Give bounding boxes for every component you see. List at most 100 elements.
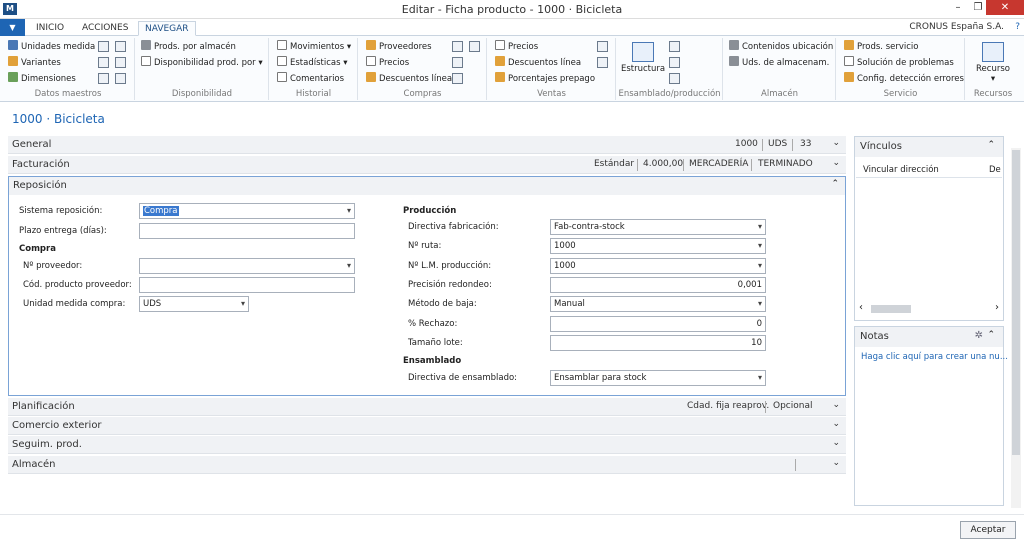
ribbon-porcentajes-prepago[interactable]: Porcentajes prepago: [495, 72, 595, 86]
plazo-entrega-input[interactable]: [139, 223, 355, 239]
fasttab-general[interactable]: General 1000 UDS 33 ⌄: [8, 136, 846, 154]
group-almacen: Contenidos ubicación Uds. de almacenam. …: [724, 38, 836, 100]
close-button[interactable]: ✕: [986, 0, 1024, 15]
ribbon-variantes[interactable]: Variantes: [8, 56, 61, 70]
aceptar-button[interactable]: Aceptar: [960, 521, 1016, 539]
small-action-icon[interactable]: [115, 41, 126, 52]
unidad-medida-compra-label: Unidad medida compra:: [23, 299, 126, 309]
fasttab-seguim-prod[interactable]: Seguim. prod. ⌄: [8, 436, 846, 454]
small-action-icon[interactable]: [452, 73, 463, 84]
ruta-select[interactable]: 1000 ▾: [550, 238, 766, 254]
grid-icon[interactable]: [115, 73, 126, 84]
tab-navegar[interactable]: NAVEGAR: [138, 21, 196, 36]
lm-produccion-select[interactable]: 1000 ▾: [550, 258, 766, 274]
swap-icon[interactable]: [98, 57, 109, 68]
ribbon-descuentos-compra[interactable]: Descuentos línea: [366, 72, 452, 86]
small-action-icon[interactable]: [669, 73, 680, 84]
group-label: Disponibilidad: [171, 89, 233, 99]
scroll-thumb[interactable]: [871, 305, 911, 313]
chevron-down-icon: ▾: [757, 241, 762, 250]
image-icon[interactable]: [115, 57, 126, 68]
precision-redondeo-input[interactable]: 0,001: [550, 277, 766, 293]
chevron-down-icon[interactable]: ⌄: [832, 458, 840, 468]
restore-button[interactable]: ❐: [968, 2, 988, 13]
ribbon-prods-servicio[interactable]: Prods. servicio: [844, 40, 919, 54]
ribbon-comentarios[interactable]: Comentarios: [277, 72, 344, 86]
small-action-icon[interactable]: [98, 41, 109, 52]
title-bar: M Editar - Ficha producto - 1000 · Bicic…: [0, 0, 1024, 19]
cod-producto-proveedor-input[interactable]: [139, 277, 355, 293]
ribbon-uds-almacenam[interactable]: Uds. de almacenam.: [729, 56, 829, 70]
facturacion-info-posting: TERMINADO: [758, 159, 813, 169]
scroll-right-icon[interactable]: ›: [995, 302, 999, 313]
ribbon-estadisticas[interactable]: Estadísticas ▾: [277, 56, 348, 70]
proveedor-select[interactable]: ▾: [139, 258, 355, 274]
ribbon-unidades-medida[interactable]: Unidades medida: [8, 40, 95, 54]
ribbon-disponibilidad-prod[interactable]: Disponibilidad prod. por ▾: [141, 56, 263, 70]
chevron-down-icon[interactable]: ⌄: [832, 400, 840, 410]
help-icon[interactable]: ?: [1015, 22, 1020, 32]
scroll-left-icon[interactable]: ‹: [859, 302, 863, 313]
chevron-up-icon[interactable]: ⌃: [987, 140, 995, 150]
small-action-icon[interactable]: [669, 41, 680, 52]
horizontal-scrollbar[interactable]: ‹ ›: [859, 302, 999, 315]
tree-icon[interactable]: [669, 57, 680, 68]
group-label: Recursos: [973, 89, 1013, 99]
vertical-scrollbar[interactable]: [1011, 148, 1021, 508]
ribbon-config-deteccion[interactable]: Config. detección errores: [844, 72, 964, 86]
vinculos-header[interactable]: Vínculos ⌃: [855, 137, 1003, 157]
directiva-fabricacion-label: Directiva fabricación:: [408, 222, 499, 232]
fasttab-facturacion[interactable]: Facturación Estándar 4.000,00 MERCADERÍA…: [8, 156, 846, 174]
ribbon-precios-venta[interactable]: Precios: [495, 40, 538, 54]
chevron-down-icon[interactable]: ⌄: [832, 158, 840, 168]
tab-acciones[interactable]: ACCIONES: [76, 21, 134, 36]
ribbon-prods-por-almacen[interactable]: Prods. por almacén: [141, 40, 236, 54]
chevron-up-icon[interactable]: ⌃: [987, 330, 995, 340]
group-compras: Proveedores Precios Descuentos línea Com…: [359, 38, 487, 100]
small-action-icon[interactable]: [452, 57, 463, 68]
scroll-thumb[interactable]: [1012, 150, 1020, 455]
ribbon-solucion-problemas[interactable]: Solución de problemas: [844, 56, 954, 70]
chevron-down-icon[interactable]: ⌄: [832, 438, 840, 448]
chevron-down-icon[interactable]: ⌄: [832, 419, 840, 429]
directiva-fabricacion-select[interactable]: Fab-contra-stock ▾: [550, 219, 766, 235]
chevron-up-icon[interactable]: ⌃: [831, 179, 839, 189]
group-ventas: Precios Descuentos línea Porcentajes pre…: [488, 38, 616, 100]
unidad-medida-compra-select[interactable]: UDS ▾: [139, 296, 249, 312]
tab-inicio[interactable]: INICIO: [30, 21, 70, 36]
fasttab-planificacion[interactable]: Planificación Cdad. fija reaprov. Opcion…: [8, 398, 846, 416]
chevron-down-icon[interactable]: ⌄: [832, 138, 840, 148]
small-action-icon[interactable]: [452, 41, 463, 52]
statistics-icon: [277, 56, 287, 66]
minimize-button[interactable]: –: [948, 2, 968, 13]
group-label: Ensamblado/producción: [618, 89, 721, 99]
create-note-link[interactable]: Haga clic aquí para crear una nu...: [861, 352, 1008, 362]
file-menu-button[interactable]: ▼: [0, 19, 25, 36]
fasttab-comercio-exterior[interactable]: Comercio exterior ⌄: [8, 417, 846, 435]
notas-header[interactable]: Notas ✲ ⌃: [855, 327, 1003, 347]
stockkeeping-icon: [729, 56, 739, 66]
sistema-reposicion-select[interactable]: Compra ▾: [139, 203, 355, 219]
small-action-icon[interactable]: [597, 41, 608, 52]
page-title: 1000 · Bicicleta: [12, 112, 105, 126]
small-action-icon[interactable]: [597, 57, 608, 68]
ribbon-precios-compra[interactable]: Precios: [366, 56, 409, 70]
estructura-button[interactable]: Estructura: [621, 42, 665, 74]
ribbon-proveedores[interactable]: Proveedores: [366, 40, 432, 54]
ribbon-movimientos[interactable]: Movimientos ▾: [277, 40, 351, 54]
directiva-ensamblado-select[interactable]: Ensamblar para stock ▾: [550, 370, 766, 386]
tamano-lote-input[interactable]: 10: [550, 335, 766, 351]
gear-icon[interactable]: ✲: [975, 330, 983, 341]
reposicion-header[interactable]: Reposición ⌃: [9, 177, 845, 195]
metodo-baja-select[interactable]: Manual ▾: [550, 296, 766, 312]
fasttab-almacen[interactable]: Almacén ⌄: [8, 456, 846, 474]
facturacion-info-group: MERCADERÍA: [689, 159, 749, 169]
lm-produccion-label: Nº L.M. producción:: [408, 261, 492, 271]
ribbon-dimensiones[interactable]: Dimensiones: [8, 72, 76, 86]
ribbon-contenidos-ubicacion[interactable]: Contenidos ubicación: [729, 40, 833, 54]
ribbon-descuentos-venta[interactable]: Descuentos línea: [495, 56, 581, 70]
rechazo-input[interactable]: 0: [550, 316, 766, 332]
recurso-button[interactable]: Recurso ▾: [972, 42, 1014, 84]
small-action-icon[interactable]: [469, 41, 480, 52]
list-icon[interactable]: [98, 73, 109, 84]
